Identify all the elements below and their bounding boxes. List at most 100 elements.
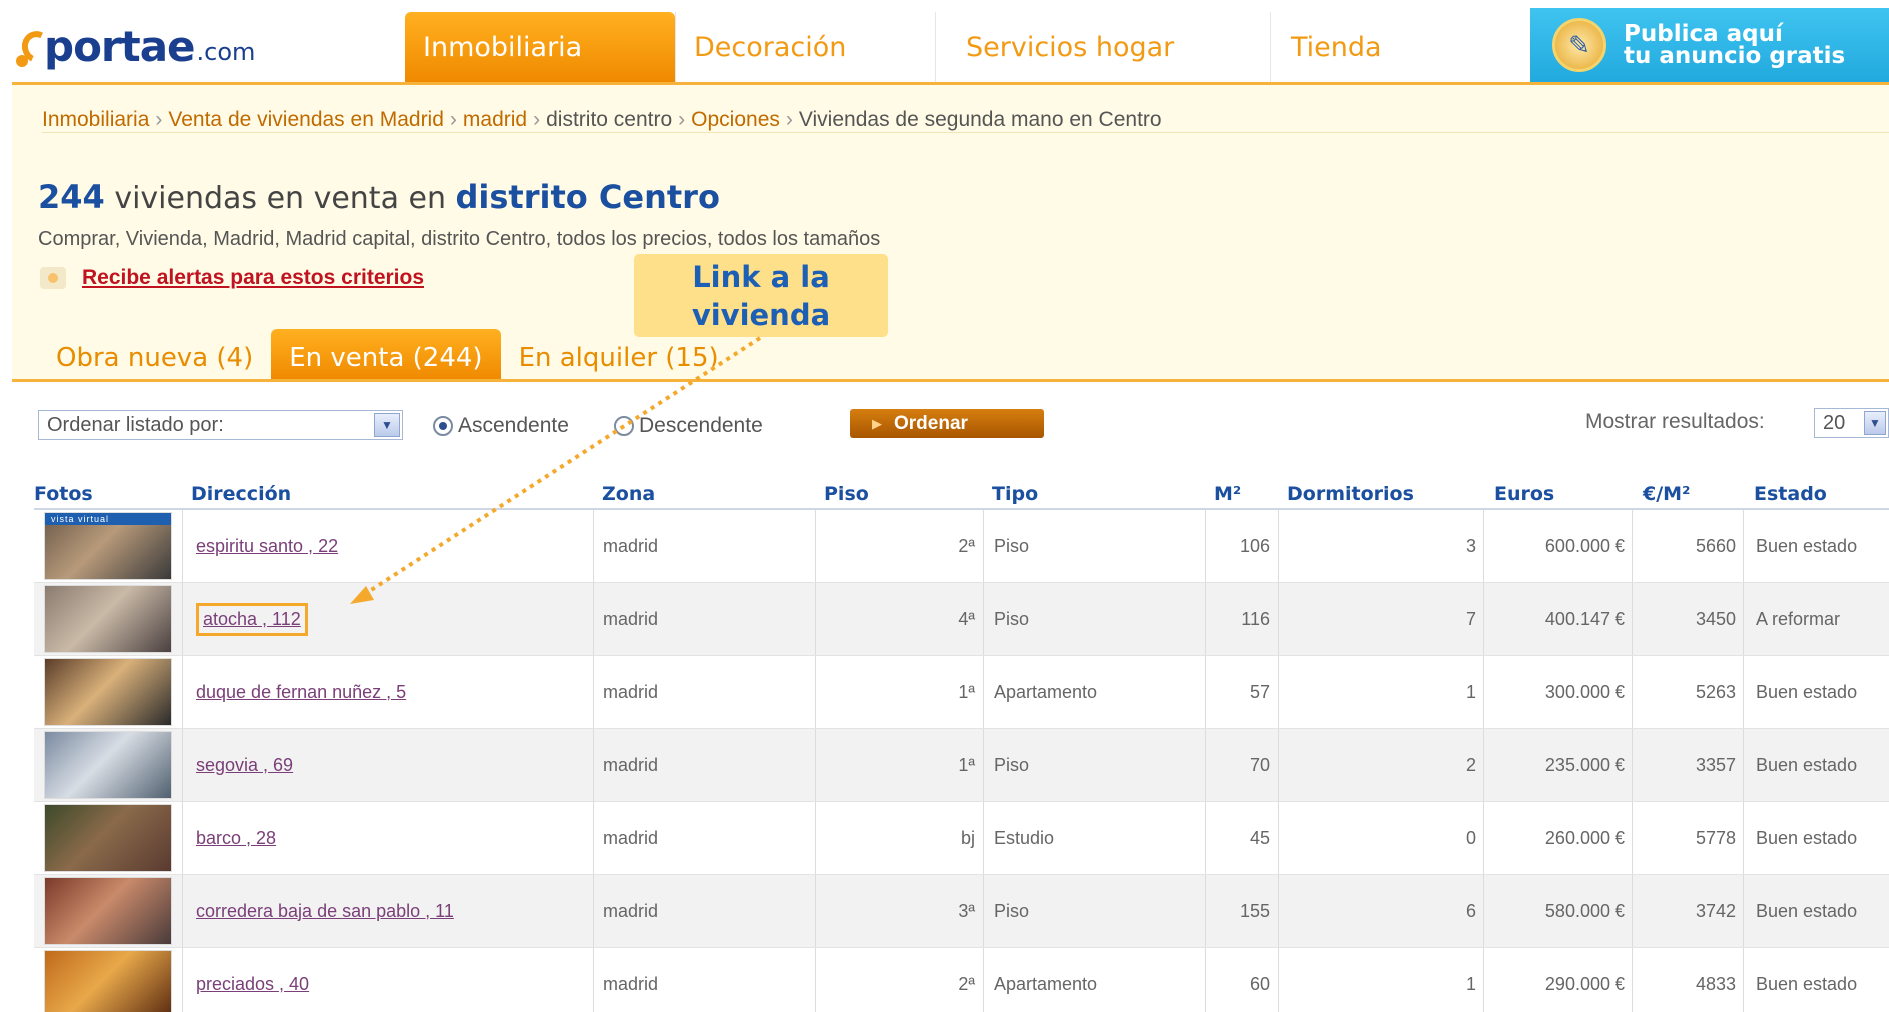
cell-eur-m2: 3357 [1632, 729, 1736, 801]
tab-obra-nueva[interactable]: Obra nueva (4) [38, 343, 271, 379]
property-photo[interactable]: vista virtual [44, 512, 172, 580]
sort-select-value: Ordenar listado por: [47, 414, 224, 436]
nav-tab-tienda[interactable]: Tienda [1270, 12, 1530, 82]
column-divider [983, 802, 984, 874]
address-link-text[interactable]: espiritu santo , 22 [196, 536, 338, 557]
cell-zona: madrid [603, 948, 658, 1012]
cell-tipo: Piso [994, 729, 1029, 801]
property-photo[interactable] [44, 804, 172, 872]
property-photo[interactable] [44, 658, 172, 726]
address-link-text[interactable]: corredera baja de san pablo , 11 [196, 901, 454, 922]
column-divider [1743, 729, 1744, 801]
nav-tab-inmobiliaria[interactable]: Inmobiliaria [405, 12, 675, 82]
address-link-text[interactable]: segovia , 69 [196, 755, 293, 776]
col-eur-m2[interactable]: €/M² [1643, 483, 1690, 505]
cell-estado: Buen estado [1756, 802, 1857, 874]
chevron-down-icon[interactable]: ▼ [1864, 411, 1886, 435]
portae-logo[interactable]: portae .com [16, 22, 255, 71]
mostrar-select[interactable]: 20 ▼ [1814, 408, 1889, 438]
address-link[interactable]: preciados , 40 [196, 948, 309, 1012]
breadcrumb-opciones[interactable]: Opciones [691, 108, 780, 131]
cell-piso-text: 2ª [958, 973, 975, 994]
address-link-text[interactable]: atocha , 112 [196, 602, 308, 636]
table-row: segovia , 69 madrid 1ª Piso 70 2 235.000 € 3357… [34, 729, 1889, 802]
col-estado[interactable]: Estado [1754, 483, 1827, 505]
tab-en-alquiler[interactable]: En alquiler (15) [501, 343, 737, 379]
address-link[interactable]: segovia , 69 [196, 729, 293, 801]
chevron-down-icon[interactable]: ▼ [374, 413, 400, 437]
publica-line1: Publica aquí [1624, 21, 1783, 47]
property-photo[interactable] [44, 950, 172, 1012]
breadcrumb-madrid[interactable]: madrid [463, 108, 527, 131]
radio-ascendente-label: Ascendente [458, 414, 569, 437]
cell-m2: 155 [1205, 875, 1270, 947]
cell-zona: madrid [603, 802, 658, 874]
table-row: preciados , 40 madrid 2ª Apartamento 60 1 290.… [34, 948, 1889, 1012]
cell-zona-text: madrid [603, 827, 659, 848]
address-link-text[interactable]: duque de fernan nuñez , 5 [196, 682, 406, 703]
property-photo[interactable] [44, 731, 172, 799]
cell-m2-text: 116 [1241, 608, 1270, 629]
address-link[interactable]: espiritu santo , 22 [196, 510, 338, 582]
mostrar-select-value: 20 [1823, 412, 1846, 434]
column-divider [593, 802, 594, 874]
cell-tipo-text: Piso [994, 608, 1030, 629]
column-divider [1743, 583, 1744, 655]
cell-tipo-text: Apartamento [994, 973, 1098, 994]
cell-m2: 106 [1205, 510, 1270, 582]
cell-euros: 600.000 € [1483, 510, 1625, 582]
cell-euros: 235.000 € [1483, 729, 1625, 801]
column-divider [182, 729, 183, 801]
address-link[interactable]: atocha , 112 [196, 583, 308, 655]
sort-select[interactable]: Ordenar listado por: ▼ [38, 410, 403, 440]
col-direccion[interactable]: Dirección [191, 483, 291, 505]
col-fotos[interactable]: Fotos [34, 483, 93, 505]
nav-tab-decoracion[interactable]: Decoración [675, 12, 935, 82]
tab-en-venta[interactable]: En venta (244) [271, 329, 501, 379]
column-divider [1743, 510, 1744, 582]
col-dormitorios[interactable]: Dormitorios [1287, 483, 1414, 505]
address-link[interactable]: barco , 28 [196, 802, 276, 874]
cell-piso: 3ª [815, 875, 975, 947]
cell-tipo: Piso [994, 875, 1029, 947]
table-header: Fotos Dirección Zona Piso Tipo M² Dormit… [34, 483, 1889, 509]
arrow-right-icon: ▶ [872, 415, 882, 431]
col-piso[interactable]: Piso [824, 483, 869, 505]
document-icon: ✎ [1552, 18, 1606, 72]
nav-tab-servicios-hogar[interactable]: Servicios hogar [935, 12, 1270, 82]
ordenar-button[interactable]: ▶ Ordenar [850, 409, 1044, 438]
cell-tipo: Piso [994, 510, 1029, 582]
address-link[interactable]: corredera baja de san pablo , 11 [196, 875, 454, 947]
column-divider [182, 583, 183, 655]
breadcrumb-inmobiliaria[interactable]: Inmobiliaria [42, 108, 149, 131]
cell-m2: 116 [1205, 583, 1270, 655]
ordenar-label: Ordenar [894, 412, 968, 434]
property-photo[interactable] [44, 585, 172, 653]
publica-anuncio-text: Publica aquí tu anuncio gratis [1624, 21, 1845, 68]
address-link-text[interactable]: barco , 28 [196, 828, 276, 849]
address-link[interactable]: duque de fernan nuñez , 5 [196, 656, 406, 728]
breadcrumb-venta-madrid[interactable]: Venta de viviendas en Madrid [168, 108, 444, 131]
cell-eur-m2-text: 5660 [1695, 535, 1736, 556]
property-photo[interactable] [44, 877, 172, 945]
column-divider [182, 656, 183, 728]
address-link-text[interactable]: preciados , 40 [196, 974, 309, 995]
callout-line1: Link a la [692, 260, 830, 294]
breadcrumb-separator: › [678, 108, 686, 131]
table-row: corredera baja de san pablo , 11 madrid 3ª… [34, 875, 1889, 948]
column-divider [593, 510, 594, 582]
radio-ascendente[interactable]: Ascendente [433, 414, 569, 438]
alert-link[interactable]: Recibe alertas para estos criterios [82, 266, 424, 290]
cell-zona-text: madrid [603, 535, 659, 556]
column-divider [983, 948, 984, 1012]
publica-anuncio-button[interactable]: ✎ Publica aquí tu anuncio gratis [1530, 8, 1889, 82]
cell-eur-m2-text: 5778 [1695, 827, 1736, 848]
col-zona[interactable]: Zona [602, 483, 655, 505]
col-tipo[interactable]: Tipo [992, 483, 1038, 505]
site-header: portae .com Inmobiliaria Decoración Serv… [0, 0, 1889, 82]
cell-eur-m2: 5778 [1632, 802, 1736, 874]
vista-virtual-badge[interactable]: vista virtual [45, 513, 171, 525]
col-euros[interactable]: Euros [1494, 483, 1554, 505]
radio-descendente[interactable]: Descendente [614, 414, 763, 438]
col-m2[interactable]: M² [1214, 483, 1241, 505]
